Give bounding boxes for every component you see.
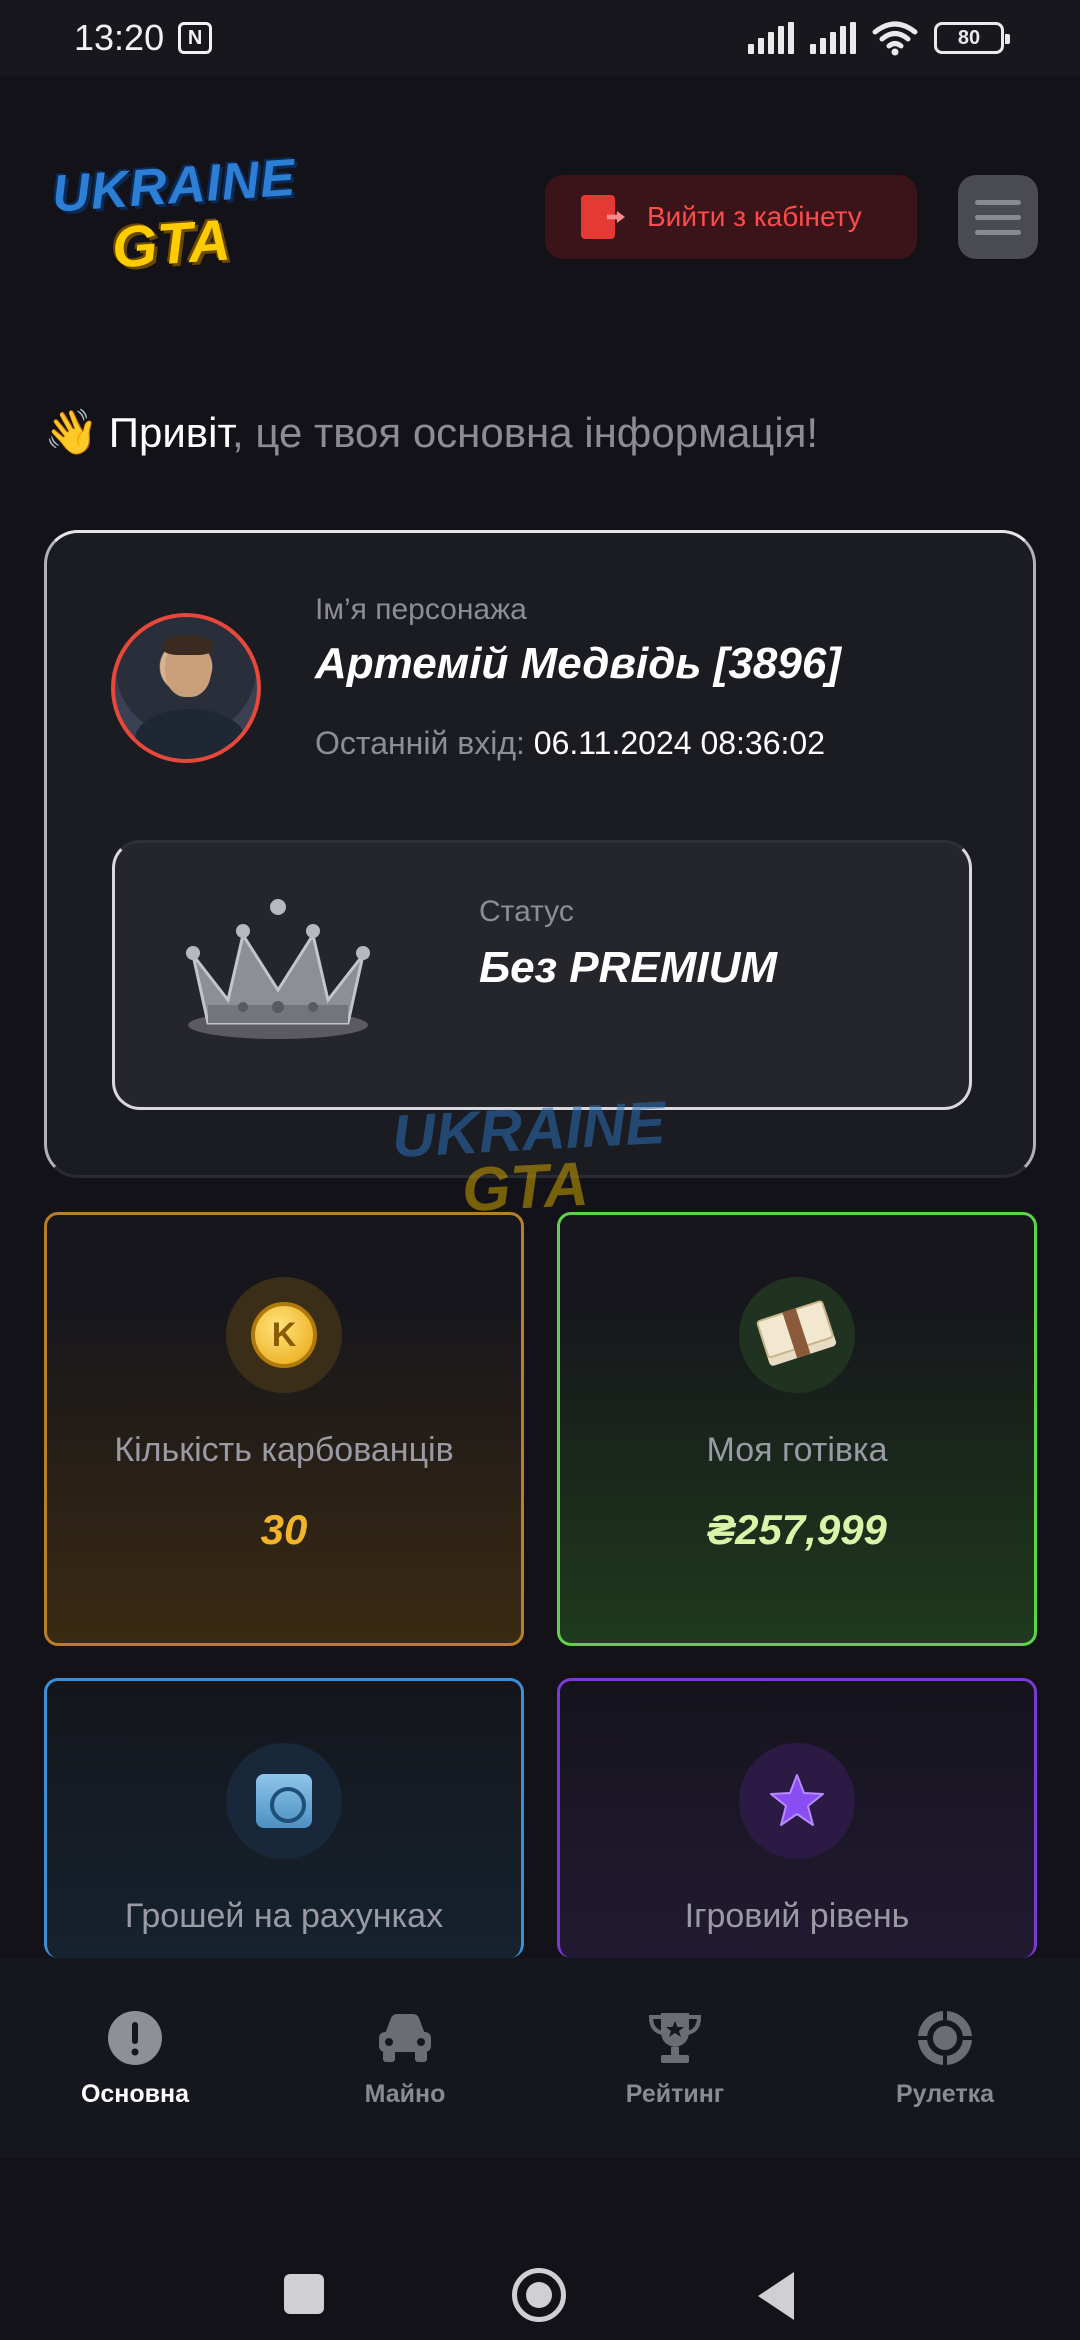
coins-card[interactable]: K Кількість карбованців 30 [44, 1212, 524, 1646]
level-title: Ігровий рівень [684, 1897, 910, 1935]
nav-label-main: Основна [80, 2080, 190, 2108]
wifi-icon [872, 21, 918, 56]
coins-title: Кількість карбованців [114, 1431, 454, 1469]
nav-item-main[interactable]: Основна [35, 2008, 235, 2109]
cash-title: Моя готівка [706, 1431, 888, 1469]
last-login-value: 06.11.2024 08:36:02 [533, 725, 825, 761]
logo-line2: GTA [109, 207, 233, 281]
hamburger-menu-button[interactable] [958, 175, 1038, 259]
clock: 13:20 [74, 17, 165, 58]
bottom-navigation: Основна Майно Рейтинг Рулетка [0, 1958, 1080, 2158]
status-bar: 13:20 N 80 [0, 0, 1080, 76]
nav-item-roulette[interactable]: Рулетка [845, 2008, 1045, 2109]
nav-item-rating[interactable]: Рейтинг [575, 2008, 775, 2109]
info-icon [105, 2008, 165, 2068]
character-name-label: Ім’я персонажа [315, 593, 527, 626]
character-name: Артемій Медвідь [3896] [315, 639, 841, 688]
signal-icon [810, 22, 856, 54]
greeting-rest: , це твоя основна інформація! [232, 409, 819, 456]
status-box: Статус Без PREMIUM [112, 840, 972, 1110]
battery-level: 80 [957, 26, 981, 49]
system-navigation-bar [0, 2158, 1080, 2340]
coin-icon: K [251, 1302, 317, 1368]
ukraine-gta-logo[interactable]: UKRAINE GTA [50, 149, 302, 286]
greeting-hello: Привіт [108, 409, 233, 456]
signal-icon [748, 22, 794, 54]
car-icon [375, 2008, 435, 2068]
profile-card: Ім’я персонажа Артемій Медвідь [3896] Ос… [44, 530, 1036, 1178]
home-button[interactable] [512, 2268, 566, 2322]
star-icon [767, 1771, 827, 1831]
avatar [111, 613, 261, 763]
nav-item-property[interactable]: Майно [305, 2008, 505, 2109]
bank-title: Грошей на рахунках [124, 1897, 444, 1935]
trophy-icon [645, 2008, 705, 2068]
logout-label: Вийти з кабінету [647, 201, 862, 232]
safe-icon-circle [226, 1743, 342, 1859]
last-login-label: Останній вхід: [315, 725, 525, 761]
nfc-icon: N [178, 22, 213, 54]
last-login: Останній вхід: 06.11.2024 08:36:02 [315, 725, 825, 762]
star-icon-circle [739, 1743, 855, 1859]
nav-label-property: Майно [364, 2080, 446, 2108]
nav-label-rating: Рейтинг [625, 2080, 725, 2108]
bank-card[interactable]: Грошей на рахунках [44, 1678, 524, 1958]
header: UKRAINE GTA Вийти з кабінету [0, 76, 1080, 326]
cash-card[interactable]: Моя готівка ₴257,999 [557, 1212, 1037, 1646]
safe-icon [256, 1774, 312, 1828]
exit-door-icon [581, 195, 629, 239]
status-value: Без PREMIUM [479, 943, 778, 992]
cash-icon [755, 1299, 839, 1370]
coin-icon-circle: K [226, 1277, 342, 1393]
crown-icon [186, 899, 370, 1039]
battery-icon: 80 [934, 22, 1010, 54]
recent-apps-button[interactable] [284, 2274, 324, 2314]
roulette-icon [915, 2008, 975, 2068]
coins-value: 30 [260, 1506, 308, 1553]
level-card[interactable]: Ігровий рівень [557, 1678, 1037, 1958]
status-bar-left: 13:20 N [74, 17, 213, 59]
waving-hand-icon: 👋 [44, 408, 99, 457]
status-bar-right: 80 [748, 20, 1010, 56]
hamburger-icon [975, 199, 1021, 205]
nav-label-roulette: Рулетка [895, 2080, 995, 2108]
greeting-text: 👋 Привіт, це твоя основна інформація! [44, 406, 818, 458]
status-label: Статус [479, 895, 574, 928]
cash-icon-circle [739, 1277, 855, 1393]
back-button[interactable] [758, 2272, 794, 2320]
logout-button[interactable]: Вийти з кабінету [545, 175, 917, 259]
cash-value: ₴257,999 [707, 1506, 887, 1553]
